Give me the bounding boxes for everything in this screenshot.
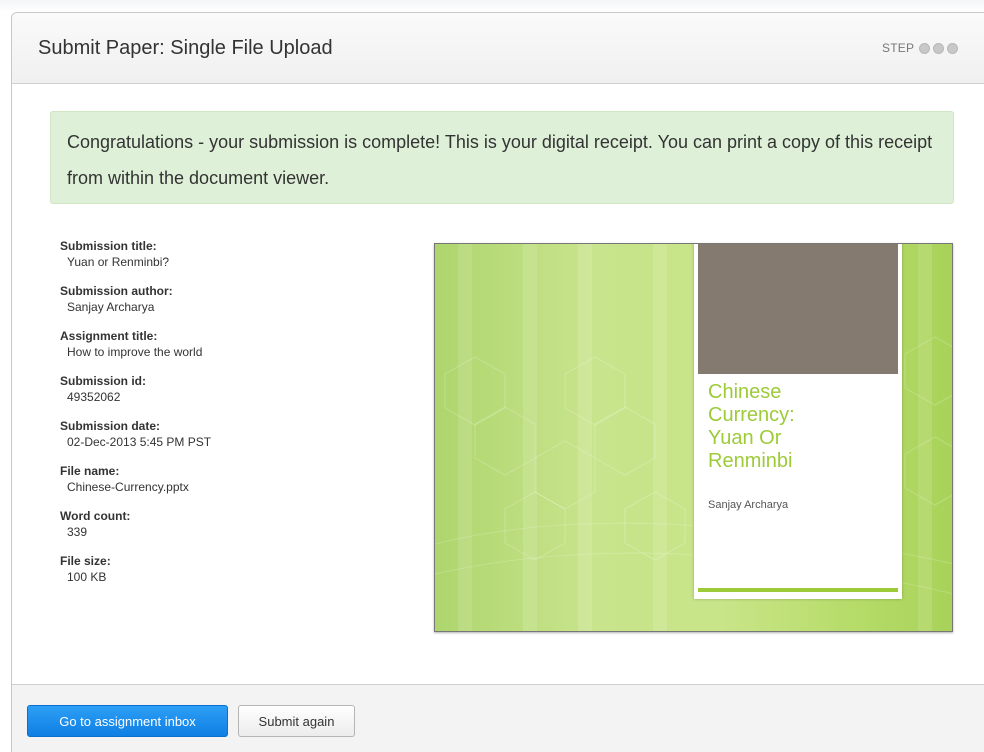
step-indicator: STEP [882,41,961,55]
slide-title-line: Currency: [708,404,795,426]
field-label: Submission id: [60,374,147,388]
field-value: Yuan or Renminbi? [67,255,170,269]
slide-title: Chinese Currency: Yuan Or Renminbi [708,381,898,473]
field-label: Submission title: [60,239,157,253]
step-dot-1 [919,42,931,54]
step-label: STEP [882,41,915,55]
receipt-details: Submission title: Yuan or Renminbi? Subm… [60,239,400,599]
page-title: Submit Paper: Single File Upload [38,37,333,59]
field-assignment-title: Assignment title: How to improve the wor… [60,329,400,360]
panel-footer: Go to assignment inbox Submit again [12,684,984,752]
field-value: 339 [67,525,88,539]
success-alert: Congratulations - your submission is com… [50,111,954,204]
field-value: 02-Dec-2013 5:45 PM PST [67,435,212,449]
field-value: 49352062 [67,390,121,404]
field-word-count: Word count: 339 [60,509,400,540]
field-label: Submission date: [60,419,161,433]
field-label: Assignment title: [60,329,158,343]
step-dot-3 [947,42,959,54]
field-value: Sanjay Archarya [67,300,155,314]
field-file-size: File size: 100 KB [60,554,400,585]
step-dot-2 [933,42,945,54]
submission-panel: Submit Paper: Single File Upload STEP Co… [11,12,984,752]
field-submission-date: Submission date: 02-Dec-2013 5:45 PM PST [60,419,400,450]
top-strip [0,0,984,12]
field-submission-id: Submission id: 49352062 [60,374,400,405]
slide-author: Sanjay Archarya [708,499,789,511]
slide-image-placeholder [698,244,898,374]
field-value: How to improve the world [67,345,203,359]
field-value: 100 KB [67,570,107,584]
field-submission-title: Submission title: Yuan or Renminbi? [60,239,400,270]
submit-again-button[interactable]: Submit again [238,705,355,737]
document-preview[interactable]: Chinese Currency: Yuan Or Renminbi Sanja… [434,243,953,632]
field-label: Submission author: [60,284,173,298]
field-label: Word count: [60,509,131,523]
slide-accent-bar [698,588,898,592]
slide-title-line: Renminbi [708,450,793,472]
field-value: Chinese-Currency.pptx [67,480,189,494]
slide-title-card: Chinese Currency: Yuan Or Renminbi Sanja… [694,244,902,599]
slide-title-line: Chinese [708,381,782,403]
slide-title-line: Yuan Or [708,427,782,449]
go-to-assignment-inbox-button[interactable]: Go to assignment inbox [27,705,228,737]
field-label: File name: [60,464,120,478]
panel-header: Submit Paper: Single File Upload STEP [12,13,984,84]
field-file-name: File name: Chinese-Currency.pptx [60,464,400,495]
field-label: File size: [60,554,111,568]
field-submission-author: Submission author: Sanjay Archarya [60,284,400,315]
